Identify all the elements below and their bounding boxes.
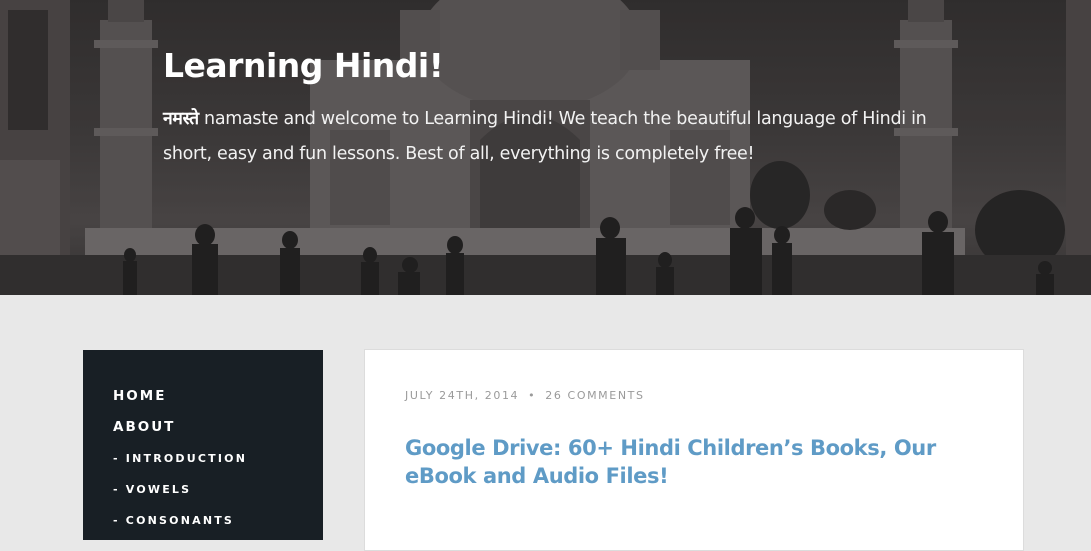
site-intro-text: namaste and welcome to Learning Hindi! W… (163, 109, 927, 164)
site-intro: नमस्ते namaste and welcome to Learning H… (163, 102, 963, 172)
meta-separator: • (528, 389, 537, 402)
post-date[interactable]: JULY 24TH, 2014 (405, 389, 519, 402)
post-meta: JULY 24TH, 2014 • 26 COMMENTS (405, 389, 645, 402)
post-title-link[interactable]: Google Drive: 60+ Hindi Children’s Books… (405, 434, 985, 490)
nav-item-vowels[interactable]: - VOWELS (113, 483, 191, 496)
nav-item-about[interactable]: ABOUT (113, 419, 175, 435)
namaste-hindi-word: नमस्ते (163, 109, 199, 129)
nav-item-introduction[interactable]: - INTRODUCTION (113, 452, 247, 465)
nav-item-consonants[interactable]: - CONSONANTS (113, 514, 234, 527)
blog-post-card: JULY 24TH, 2014 • 26 COMMENTS Google Drive… (364, 349, 1024, 551)
sidebar-navigation: HOME ABOUT - INTRODUCTION - VOWELS - CON… (83, 350, 323, 540)
post-comments-link[interactable]: 26 COMMENTS (545, 389, 644, 402)
site-title[interactable]: Learning Hindi! (163, 44, 444, 88)
hero-banner: Learning Hindi! नमस्ते namaste and welco… (0, 0, 1091, 295)
nav-item-home[interactable]: HOME (113, 388, 166, 404)
